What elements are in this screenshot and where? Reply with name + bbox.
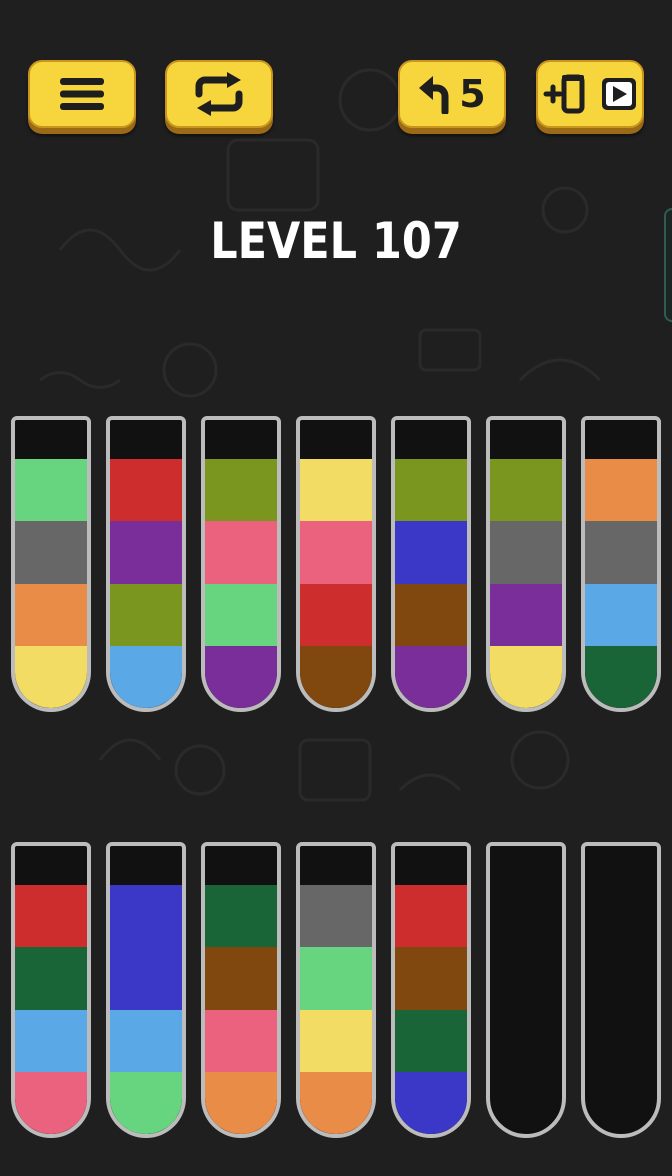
liquid-layer-yellow — [300, 1009, 372, 1073]
liquid-layer-red — [300, 583, 372, 647]
liquid-layer-brown — [205, 947, 277, 1010]
liquid-layer-darkgreen — [585, 645, 657, 708]
tube-13[interactable] — [486, 842, 566, 1138]
liquid-layer-blue — [110, 885, 182, 948]
liquid-layer-yellow — [15, 645, 87, 708]
liquid-layer-brown — [395, 583, 467, 647]
liquid-layer-lightblue — [585, 583, 657, 647]
liquid-layer-red — [110, 459, 182, 522]
hamburger-menu-icon — [60, 78, 104, 110]
tube-3[interactable] — [201, 416, 281, 712]
liquid-layer-darkgreen — [395, 1009, 467, 1073]
liquid-layer-mint — [110, 1071, 182, 1134]
tube-1[interactable] — [11, 416, 91, 712]
liquid-layer-pink — [300, 521, 372, 584]
liquid-layer-darkgreen — [15, 947, 87, 1010]
liquid-layer-gray — [585, 521, 657, 584]
restart-button[interactable] — [165, 60, 273, 128]
side-panel-tab[interactable] — [664, 208, 672, 322]
liquid-layer-mint — [205, 583, 277, 647]
liquid-layer-purple — [490, 583, 562, 647]
liquid-layer-brown — [395, 947, 467, 1010]
liquid-layer-olive — [490, 459, 562, 522]
liquid-layer-orange — [585, 459, 657, 522]
undo-arrow-icon — [419, 76, 449, 114]
top-toolbar: 5 — [0, 0, 672, 140]
tube-7[interactable] — [581, 416, 661, 712]
liquid-layer-darkgreen — [205, 885, 277, 948]
liquid-layer-olive — [205, 459, 277, 522]
tube-12[interactable] — [391, 842, 471, 1138]
tube-11[interactable] — [296, 842, 376, 1138]
liquid-layer-purple — [110, 521, 182, 584]
liquid-layer-mint — [15, 459, 87, 522]
tube-5[interactable] — [391, 416, 471, 712]
liquid-layer-blue — [395, 1071, 467, 1134]
liquid-layer-lightblue — [15, 1009, 87, 1073]
tube-6[interactable] — [486, 416, 566, 712]
liquid-layer-blue — [110, 947, 182, 1010]
liquid-layer-mint — [300, 947, 372, 1010]
liquid-layer-olive — [395, 459, 467, 522]
tube-8[interactable] — [11, 842, 91, 1138]
tube-14[interactable] — [581, 842, 661, 1138]
liquid-layer-yellow — [490, 645, 562, 708]
liquid-layer-purple — [205, 645, 277, 708]
add-tube-button[interactable] — [536, 60, 644, 128]
menu-button[interactable] — [28, 60, 136, 128]
add-tube-video-icon — [543, 74, 636, 114]
restart-arrows-icon — [195, 72, 243, 116]
liquid-layer-pink — [15, 1071, 87, 1134]
liquid-layer-pink — [205, 1009, 277, 1073]
liquid-layer-orange — [300, 1071, 372, 1134]
liquid-layer-orange — [205, 1071, 277, 1134]
liquid-layer-lightblue — [110, 1009, 182, 1073]
tube-2[interactable] — [106, 416, 186, 712]
liquid-layer-gray — [300, 885, 372, 948]
liquid-layer-pink — [205, 521, 277, 584]
liquid-layer-purple — [395, 645, 467, 708]
tube-9[interactable] — [106, 842, 186, 1138]
liquid-layer-gray — [15, 521, 87, 584]
liquid-layer-olive — [110, 583, 182, 647]
level-title: LEVEL 107 — [210, 212, 462, 270]
undo-count: 5 — [459, 72, 485, 116]
liquid-layer-yellow — [300, 459, 372, 522]
tube-4[interactable] — [296, 416, 376, 712]
liquid-layer-brown — [300, 645, 372, 708]
liquid-layer-orange — [15, 583, 87, 647]
liquid-layer-red — [15, 885, 87, 948]
liquid-layer-gray — [490, 521, 562, 584]
undo-button[interactable]: 5 — [398, 60, 506, 128]
liquid-layer-lightblue — [110, 645, 182, 708]
tube-10[interactable] — [201, 842, 281, 1138]
liquid-layer-blue — [395, 521, 467, 584]
liquid-layer-red — [395, 885, 467, 948]
